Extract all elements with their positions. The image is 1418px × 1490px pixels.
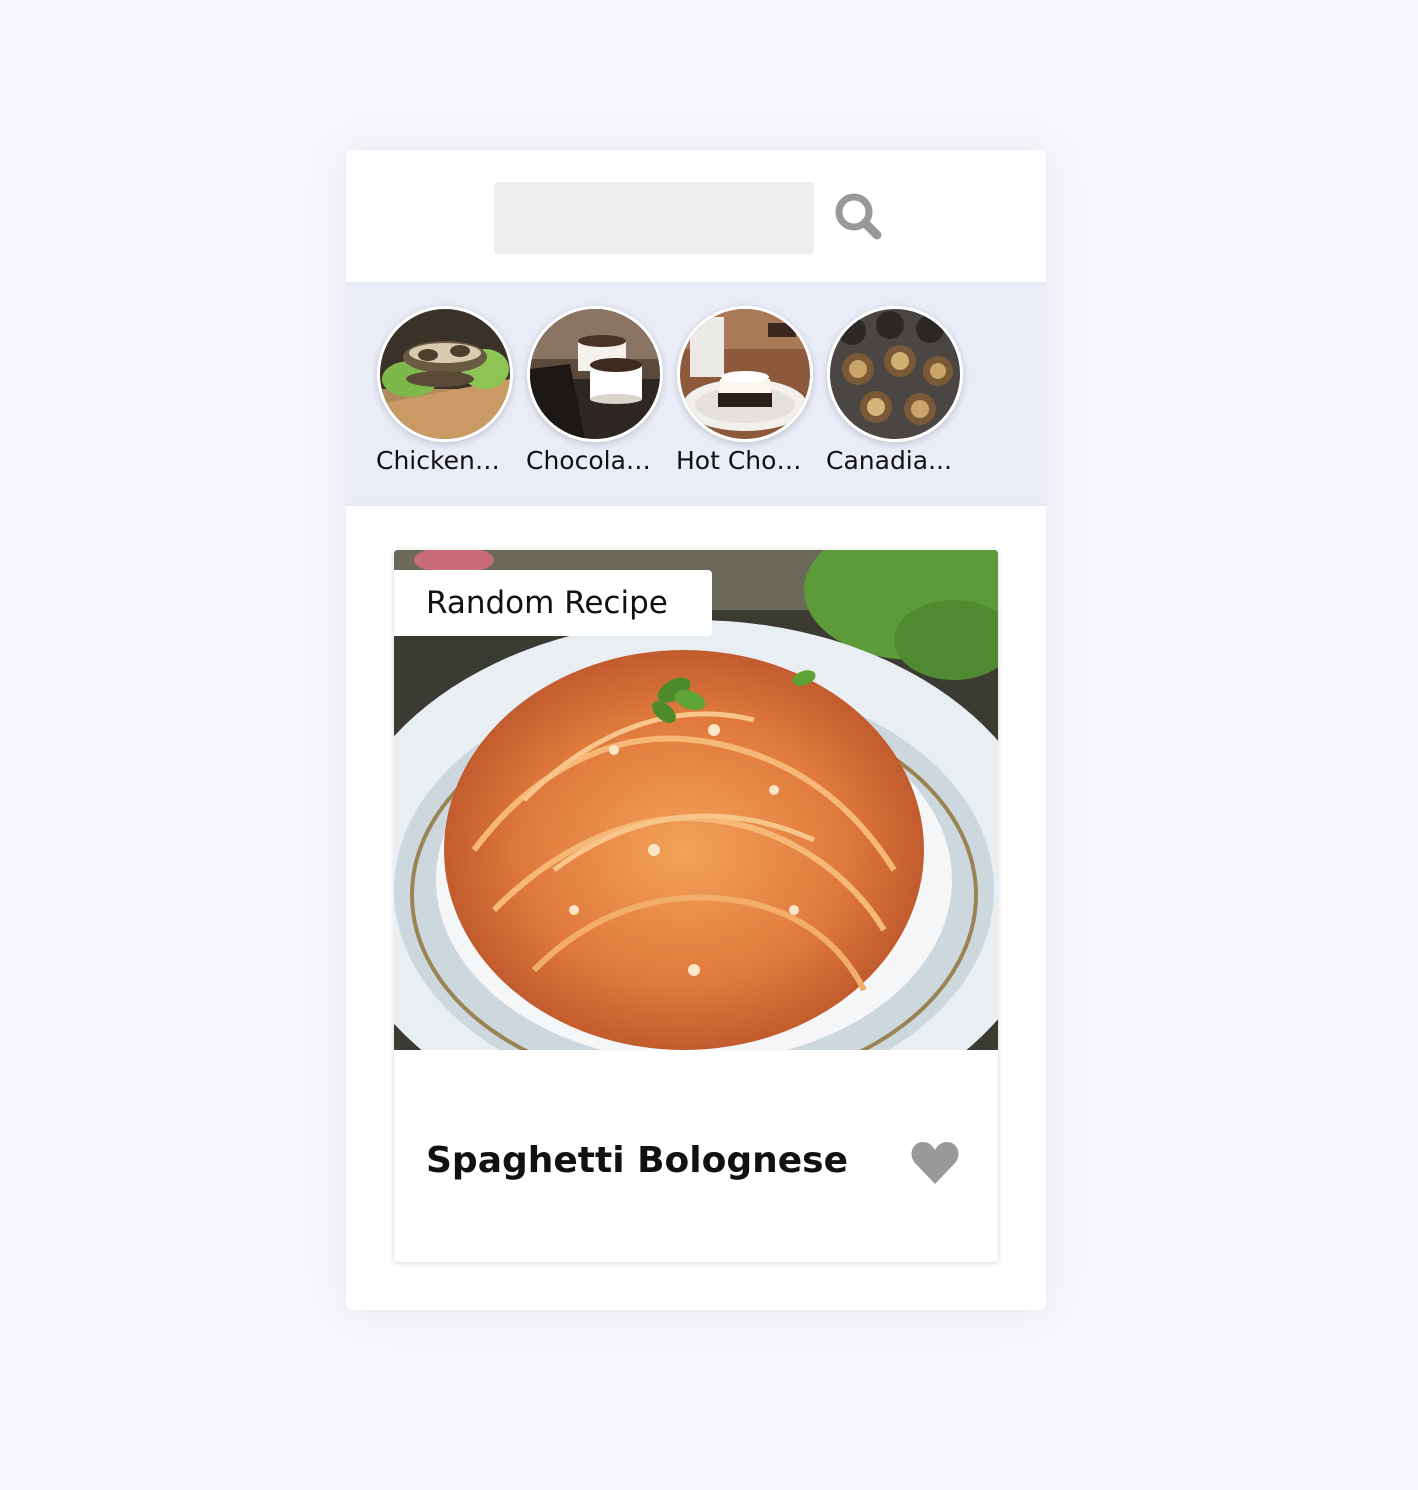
favorite-meal-thumbnail[interactable] bbox=[677, 306, 813, 442]
search-input[interactable] bbox=[494, 182, 814, 254]
favorite-meals-strip: Chicken ... Chocolat... Hot Choc... Cana… bbox=[346, 282, 1046, 506]
favorite-meal-item[interactable]: Canadia... bbox=[826, 306, 964, 475]
favorite-meal-thumbnail[interactable] bbox=[827, 306, 963, 442]
app-container: Chicken ... Chocolat... Hot Choc... Cana… bbox=[346, 150, 1046, 1310]
favorite-meal-item[interactable]: Chicken ... bbox=[376, 306, 514, 475]
favorite-button[interactable] bbox=[910, 1140, 960, 1186]
random-recipe-tag: Random Recipe bbox=[394, 570, 712, 636]
favorite-meal-label: Chicken ... bbox=[376, 446, 506, 475]
favorite-meal-item[interactable]: Hot Choc... bbox=[676, 306, 814, 475]
search-icon bbox=[835, 193, 882, 240]
favorite-meal-thumbnail[interactable] bbox=[527, 306, 663, 442]
favorite-meal-label: Chocolat... bbox=[526, 446, 656, 475]
heart-icon bbox=[911, 1142, 959, 1184]
meal-title: Spaghetti Bolognese bbox=[426, 1140, 848, 1181]
search-header bbox=[346, 150, 1046, 282]
favorite-meal-item[interactable]: Chocolat... bbox=[526, 306, 664, 475]
favorite-meal-label: Hot Choc... bbox=[676, 446, 806, 475]
random-meal-card: Random Recipe Spaghetti Bolognese bbox=[394, 550, 998, 1262]
favorite-meal-thumbnail[interactable] bbox=[377, 306, 513, 442]
search-button[interactable] bbox=[832, 190, 888, 246]
favorite-meal-label: Canadia... bbox=[826, 446, 952, 475]
